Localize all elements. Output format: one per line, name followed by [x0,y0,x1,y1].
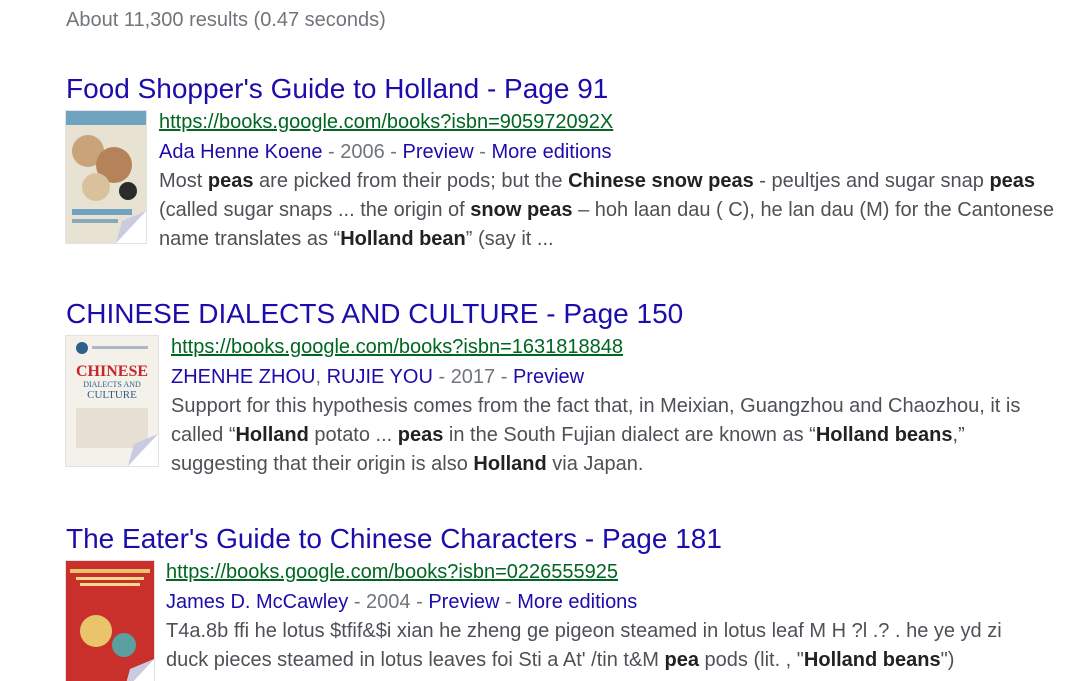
result-snippet: T4a.8b ffi he lotus $tfif&$i xian he zhe… [166,617,1046,675]
snippet-text: - peultjes and sugar snap [753,170,990,192]
cover-title-line2: DIALECTS AND [83,380,141,389]
snippet-highlight: peas [989,170,1036,192]
snippet-text: Most [159,170,208,192]
snippet-highlight: peas [207,170,254,192]
snippet-highlight: Holland [235,424,309,446]
snippet-text: via Japan. [546,453,644,475]
snippet-text: potato ... [308,424,398,446]
result-stats: About 11,300 results (0.47 seconds) [66,9,386,31]
book-cover-thumbnail[interactable] [66,561,154,681]
more-editions-link[interactable]: More editions [491,141,611,163]
result-title-link[interactable]: Food Shopper's Guide to Holland - Page 9… [66,72,1076,106]
result-snippet: Most peas are picked from their pods; bu… [159,167,1059,254]
snippet-highlight: peas [397,424,444,446]
snippet-highlight: Chinese snow peas [568,170,754,192]
preview-link[interactable]: Preview [403,141,474,163]
publication-year: 2004 [366,591,411,613]
publication-year: 2006 [340,141,385,163]
author-link[interactable]: Ada Henne Koene [159,141,322,163]
snippet-highlight: pea [664,649,699,671]
snippet-highlight: Holland beans [815,424,953,446]
result-snippet: Support for this hypothesis comes from t… [171,392,1051,479]
snippet-text: ") [940,649,955,671]
result-title-link[interactable]: CHINESE DIALECTS AND CULTURE - Page 150 [66,297,1076,331]
snippet-text: (called sugar snaps ... the origin of [159,199,471,221]
search-result: Food Shopper's Guide to Holland - Page 9… [66,72,1076,250]
more-editions-link[interactable]: More editions [517,591,637,613]
book-cover-image [66,111,146,243]
result-meta: James D. McCawley - 2004 - Preview - Mor… [166,591,638,613]
result-url[interactable]: https://books.google.com/books?isbn=0226… [166,557,1046,587]
result-meta: Ada Henne Koene - 2006 - Preview - More … [159,141,612,163]
book-cover-image [66,561,154,681]
result-title-link[interactable]: The Eater's Guide to Chinese Characters … [66,522,1076,556]
search-result: The Eater's Guide to Chinese Characters … [66,522,1076,681]
snippet-text: ” (say it ... [465,228,554,250]
book-cover-image: CHINESE DIALECTS AND CULTURE [66,336,158,466]
search-results-page: About 11,300 results (0.47 seconds) Food… [0,0,1080,681]
snippet-highlight: Holland bean [340,228,466,250]
publication-year: 2017 [450,366,496,388]
book-cover-thumbnail[interactable]: CHINESE DIALECTS AND CULTURE [66,336,158,466]
author-link[interactable]: ZHENHE ZHOU [171,366,315,388]
cover-title-line1: CHINESE [76,363,148,380]
snippet-text: in the South Fujian dialect are known as… [443,424,816,446]
cover-title-line3: CULTURE [87,389,137,401]
snippet-text: are picked from their pods; but the [253,170,569,192]
preview-link[interactable]: Preview [428,591,499,613]
result-url[interactable]: https://books.google.com/books?isbn=9059… [159,107,1059,137]
book-cover-thumbnail[interactable] [66,111,146,243]
preview-link[interactable]: Preview [513,366,584,388]
snippet-highlight: Holland [473,453,547,475]
result-meta: ZHENHE ZHOU, RUJIE YOU - 2017 - Preview [171,366,585,388]
result-url[interactable]: https://books.google.com/books?isbn=1631… [171,332,1051,362]
snippet-highlight: Holland beans [803,649,941,671]
search-result: CHINESE DIALECTS AND CULTURE - Page 150 … [66,297,1076,475]
snippet-highlight: snow peas [470,199,573,221]
snippet-text: pods (lit. , " [698,649,804,671]
author-link[interactable]: RUJIE YOU [327,366,433,388]
author-link[interactable]: James D. McCawley [166,591,348,613]
